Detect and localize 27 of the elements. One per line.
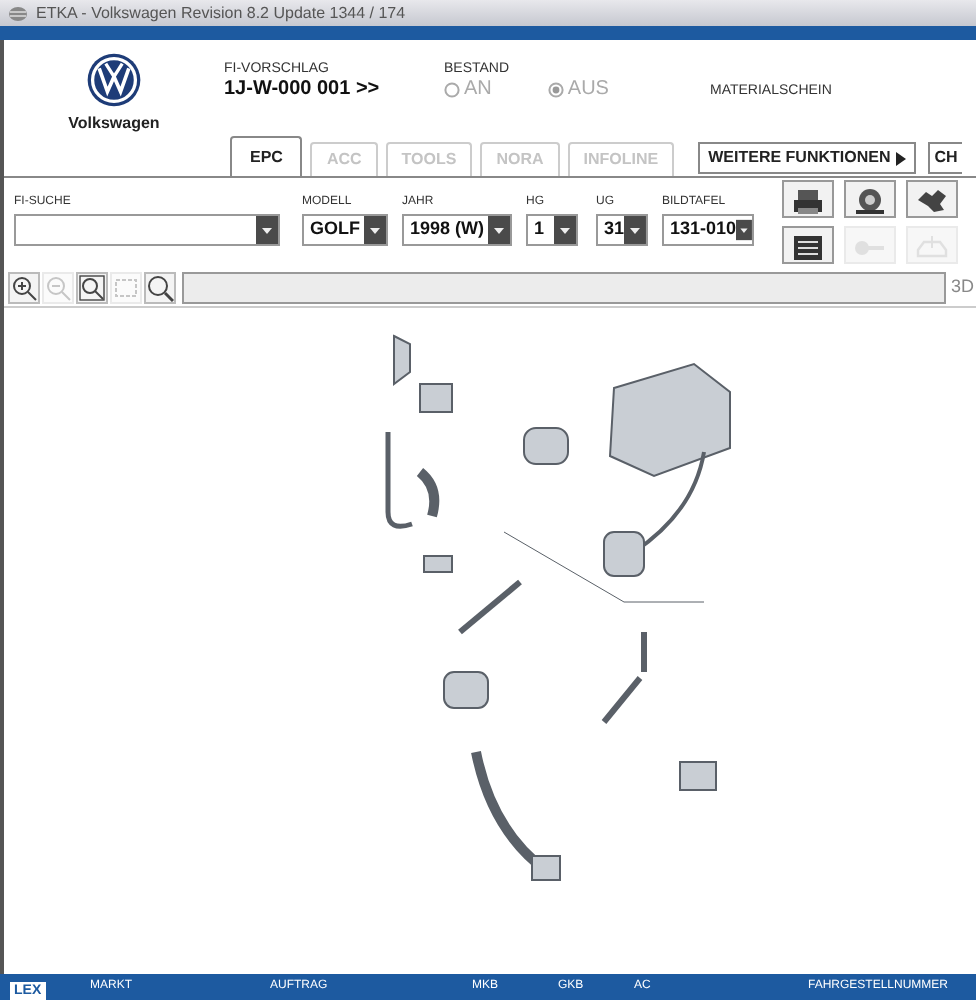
brand-name: Volkswagen <box>68 112 160 136</box>
zoom-in-button[interactable] <box>8 272 40 304</box>
dropdown-field[interactable]: GOLF <box>302 214 388 246</box>
radio-button[interactable] <box>444 82 460 98</box>
dropdown-field[interactable]: 131-010 <box>662 214 754 246</box>
zoom-fit-button[interactable] <box>76 272 108 304</box>
dropdown-field[interactable]: 1 <box>526 214 578 246</box>
path-field[interactable] <box>182 272 947 304</box>
printer-button[interactable] <box>782 180 834 218</box>
radio-label: AUS <box>567 80 609 100</box>
search-button[interactable] <box>144 272 176 304</box>
caret-icon <box>896 151 907 165</box>
wheel-icon <box>852 183 888 215</box>
window-title: ETKA - Volkswagen Revision 8.2 Update 1344 / 174 <box>36 5 406 21</box>
tab[interactable]: EPC <box>230 136 303 176</box>
radio-button[interactable] <box>547 82 564 98</box>
wheel-button[interactable] <box>844 180 896 218</box>
list-button[interactable] <box>782 226 834 264</box>
dropdown-field[interactable]: 31 <box>596 214 648 246</box>
view-3d-toggle[interactable]: 3D <box>948 274 976 302</box>
fi-proposal-link[interactable]: 1J-W-000 001 >> <box>224 80 444 100</box>
dropdown-field[interactable] <box>14 214 280 246</box>
app-menu-icon[interactable] <box>8 5 28 21</box>
tab[interactable]: CH <box>928 142 962 174</box>
radio-label: AN <box>464 80 492 100</box>
dropdown-field[interactable]: 1998 (W) <box>402 214 512 246</box>
more-functions-button[interactable]: WEITERE FUNKTIONEN <box>698 142 917 174</box>
